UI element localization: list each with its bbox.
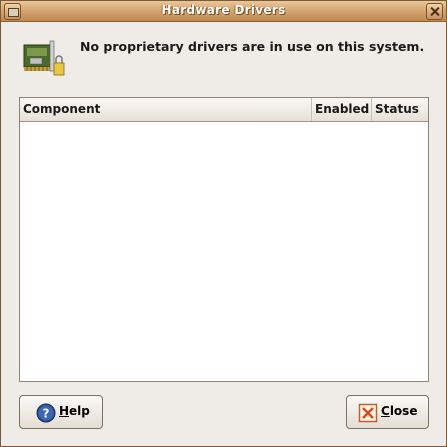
window-close-button[interactable] — [426, 3, 443, 20]
column-header-component[interactable]: Component — [20, 98, 312, 121]
close-button[interactable]: Close — [346, 395, 429, 429]
drivers-list[interactable]: Component Enabled Status — [19, 97, 429, 382]
list-header: Component Enabled Status — [20, 98, 428, 122]
close-icon — [358, 403, 378, 423]
help-icon: ? — [36, 403, 56, 423]
svg-text:?: ? — [43, 407, 50, 421]
title-bar[interactable]: Hardware Drivers — [1, 1, 446, 22]
help-button-label: Help — [59, 404, 90, 418]
info-header: No proprietary drivers are in use on thi… — [1, 23, 446, 76]
driver-status-message: No proprietary drivers are in use on thi… — [80, 39, 425, 54]
hardware-drivers-window: Hardware Drivers No proprietary drivers … — [0, 0, 447, 447]
help-button[interactable]: ? Help — [19, 395, 103, 429]
column-header-status[interactable]: Status — [372, 98, 428, 121]
list-body[interactable] — [20, 123, 428, 381]
close-button-label: Close — [381, 404, 418, 418]
column-header-enabled[interactable]: Enabled — [312, 98, 372, 121]
window-title: Hardware Drivers — [161, 3, 286, 17]
pci-card-icon — [23, 40, 65, 76]
